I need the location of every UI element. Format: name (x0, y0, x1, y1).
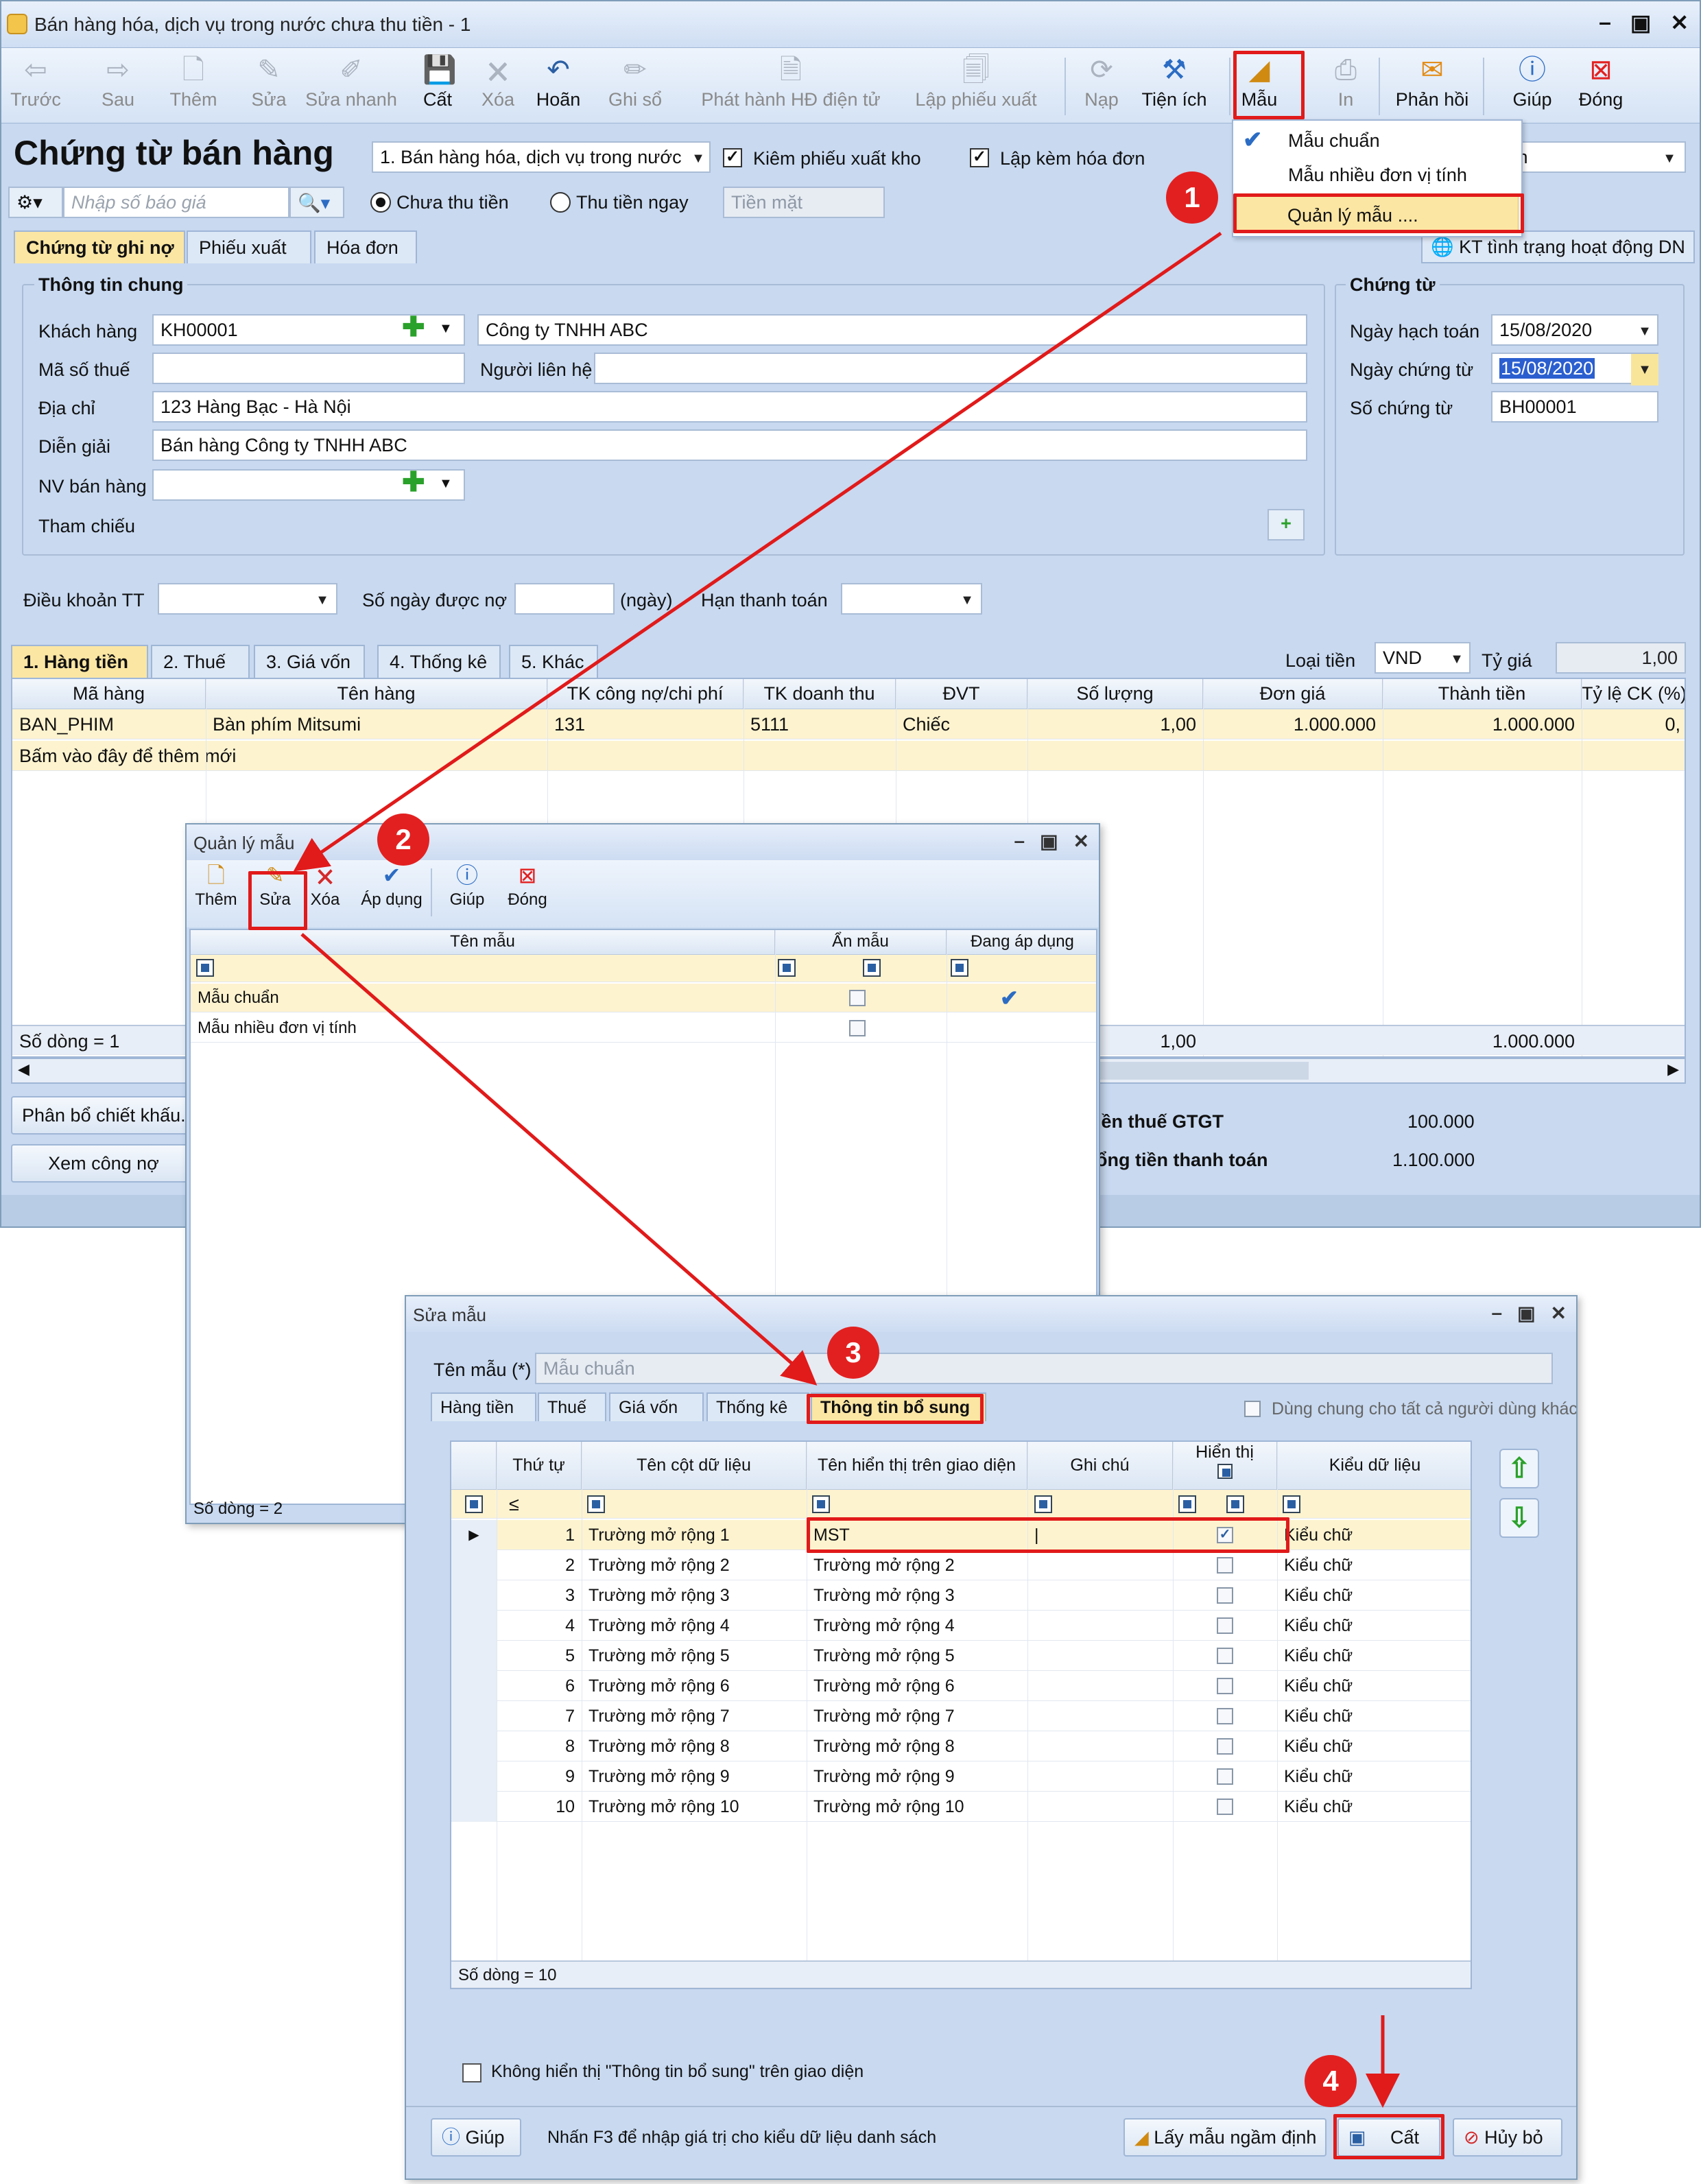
step-badge-1: 1 (1166, 171, 1218, 224)
annotation-arrows (293, 231, 1400, 2108)
step-badge-3: 3 (827, 1327, 879, 1379)
step-badge-4: 4 (1305, 2055, 1357, 2107)
arrow-step-1 (293, 231, 1222, 872)
step-badge-2: 2 (377, 814, 429, 866)
arrow-step-2 (300, 933, 818, 1386)
